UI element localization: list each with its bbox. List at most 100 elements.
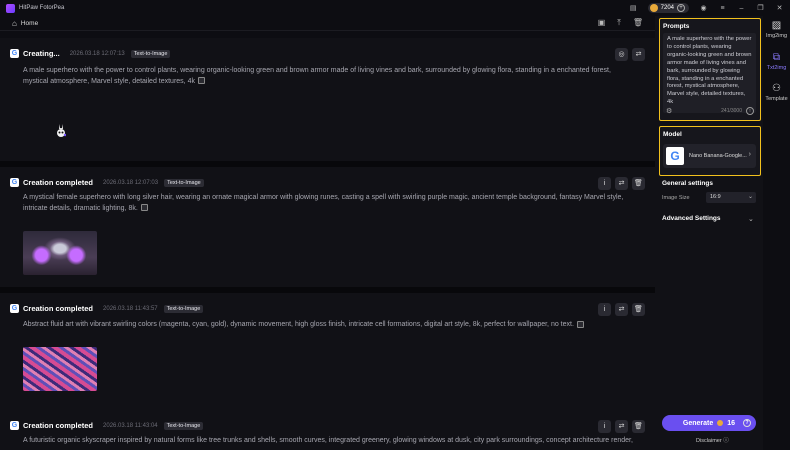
rail-item-txt2img[interactable]: ⧉ Txt2img [763,52,790,71]
rail-item-template[interactable]: ⚇ Template [763,83,790,102]
google-icon: G [10,421,19,430]
image-icon: ▨ [771,20,782,31]
rail-label: Template [765,96,788,102]
info-icon: ⓘ [723,438,729,444]
generate-button[interactable]: Generate 16 ? [662,415,756,431]
card-prompt-text: A mystical female superhero with long si… [23,194,624,212]
chevron-down-icon: ⌄ [747,194,753,200]
google-icon: G [10,178,19,187]
disclaimer-label: Disclaimer [696,438,722,444]
menu-icon[interactable]: ≡ [718,5,727,12]
coin-icon [649,4,658,12]
delete-icon[interactable]: 🗑 [632,303,645,316]
home-bar: ⌂ Home ▣ ⤒ 🗑 [0,16,655,31]
image-size-label: Image Size [662,195,690,201]
result-thumbnail[interactable] [23,347,97,391]
text-image-icon: ⧉ [772,52,781,63]
title-bar-controls: ▤ 7204 + ◉ ≡ – ❐ ✕ [629,3,784,13]
card-actions: i ⇄ 🗑 [598,420,645,433]
account-icon[interactable]: ◉ [699,4,708,12]
card-prompt-text: Abstract fluid art with vibrant swirling… [23,321,574,328]
coin-icon [717,420,724,426]
prompts-panel: Prompts A male superhero with the power … [659,18,761,121]
home-bar-actions: ▣ ⤒ 🗑 [598,18,643,28]
upload-icon[interactable]: ⤒ [617,18,621,28]
home-link[interactable]: Home [21,20,38,27]
restore-icon[interactable]: ❐ [756,4,765,12]
delete-icon[interactable]: 🗑 [632,420,645,433]
regenerate-icon[interactable]: ⇄ [632,48,645,61]
google-logo-icon: G [666,147,684,165]
creation-feed: G Creating... 2026.03.18 12:07:13 Text-t… [0,32,655,450]
close-icon[interactable]: ✕ [775,4,784,12]
title-bar: HitPaw FotorPea ▤ 7204 + ◉ ≡ – ❐ ✕ [0,0,790,16]
chevron-right-icon: › [748,151,751,158]
gallery-icon[interactable]: ▣ [598,18,606,28]
template-icon: ⚇ [772,83,781,94]
card-time: 2026.03.18 12:07:13 [69,50,125,57]
card-status: Creation completed [23,178,94,187]
minimize-icon[interactable]: – [737,5,746,12]
disclaimer-link[interactable]: Disclaimer ⓘ [696,436,729,444]
info-icon[interactable]: i [598,420,611,433]
stop-icon[interactable]: ◎ [615,48,628,61]
model-title: Model [663,131,682,138]
card-time: 2026.03.18 12:07:03 [103,179,159,186]
delete-icon[interactable]: 🗑 [632,177,645,190]
loading-icon [57,124,66,137]
prompt-textarea[interactable]: A male superhero with the power to contr… [663,33,756,113]
card-prompt: A mystical female superhero with long si… [23,193,633,214]
prompt-char-count: 241/3000 [721,108,742,114]
card-actions: i ⇄ 🗑 [598,177,645,190]
google-icon: G [10,49,19,58]
card-prompt: A male superhero with the power to contr… [23,66,633,87]
card-tag: Text-to-Image [164,178,204,187]
model-name: Nano Banana-Google... [689,153,747,159]
card-header: G Creation completed 2026.03.18 11:43:57… [10,304,204,313]
prompt-enhance-icon[interactable]: ↑ [746,107,754,115]
advanced-settings-toggle[interactable]: Advanced Settings [662,215,721,222]
home-icon[interactable]: ⌂ [12,19,17,28]
generate-cost: 16 [727,419,736,427]
add-credits-icon[interactable]: + [677,4,685,12]
creation-card: G Creating... 2026.03.18 12:07:13 Text-t… [0,38,655,167]
copy-icon[interactable] [197,77,205,85]
rail-item-img2img[interactable]: ▨ Img2img [763,20,790,39]
card-prompt: A futuristic organic skyscraper inspired… [23,437,633,444]
copy-icon[interactable] [576,320,584,328]
prompt-settings-icon[interactable]: ⚙ [666,107,672,115]
app-title: HitPaw FotorPea [19,5,65,11]
help-icon[interactable]: ? [743,419,751,427]
regenerate-icon[interactable]: ⇄ [615,177,628,190]
card-header: G Creation completed 2026.03.18 12:07:03… [10,178,204,187]
image-size-select[interactable]: 16:9 ⌄ [706,192,756,203]
general-settings-heading: General settings [662,180,713,187]
google-icon: G [10,304,19,313]
copy-icon[interactable] [140,204,148,212]
info-icon[interactable]: i [598,303,611,316]
regenerate-icon[interactable]: ⇄ [615,420,628,433]
card-actions: i ⇄ 🗑 [598,303,645,316]
generate-label: Generate [682,419,714,427]
card-tag: Text-to-Image [130,49,171,58]
result-thumbnail[interactable] [23,231,97,275]
creation-card: G Creation completed 2026.03.18 11:43:04… [0,410,655,450]
card-header: G Creating... 2026.03.18 12:07:13 Text-t… [10,49,171,58]
card-time: 2026.03.18 11:43:04 [103,422,158,429]
creation-card: G Creation completed 2026.03.18 12:07:03… [0,167,655,293]
chevron-down-icon[interactable]: ⌄ [748,215,754,223]
app-logo-icon [6,3,15,13]
trash-icon[interactable]: 🗑 [633,18,643,28]
credits-badge[interactable]: 7204 + [647,3,689,13]
card-tag: Text-to-Image [163,304,204,313]
model-selector[interactable]: G Nano Banana-Google... › [663,144,756,168]
creation-card: G Creation completed 2026.03.18 11:43:57… [0,293,655,418]
card-time: 2026.03.18 11:43:57 [103,305,158,312]
info-icon[interactable]: i [598,177,611,190]
card-tag: Text-to-Image [163,421,204,430]
feedback-icon[interactable]: ▤ [629,4,638,12]
rail-label: Txt2img [766,65,787,71]
regenerate-icon[interactable]: ⇄ [615,303,628,316]
card-status: Creation completed [23,421,94,430]
rail-label: Img2img [765,33,788,39]
